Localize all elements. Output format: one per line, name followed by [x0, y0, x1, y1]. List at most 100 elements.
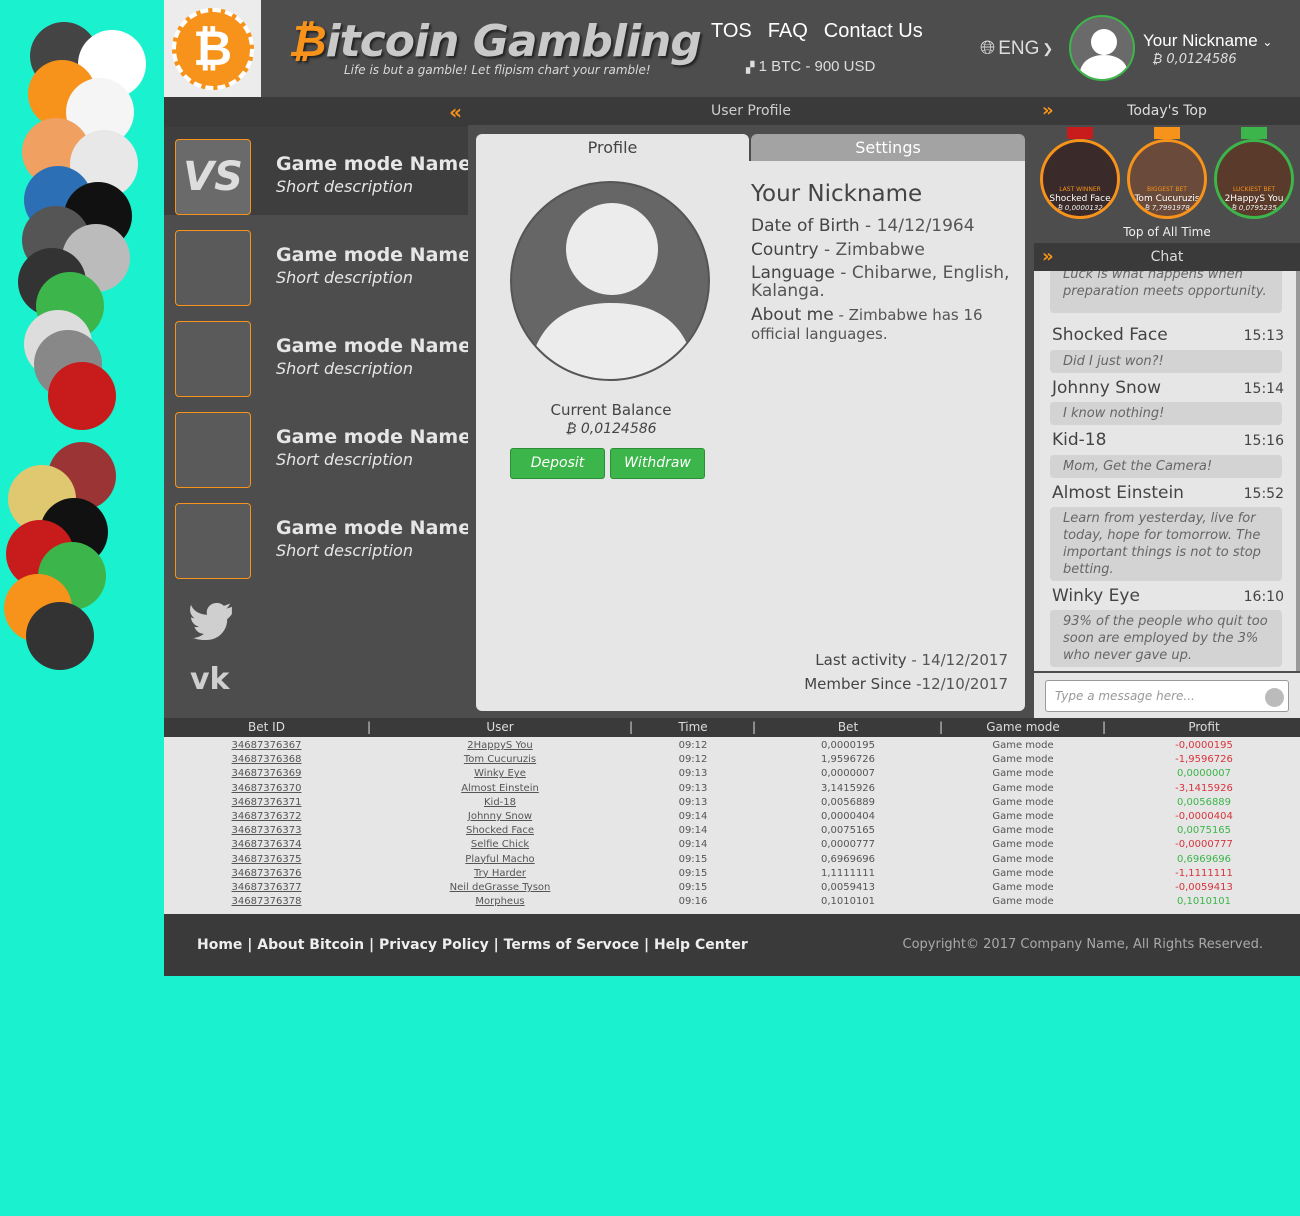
tab-profile[interactable]: Profile	[476, 134, 749, 162]
user-cell[interactable]: Neil deGrasse Tyson	[384, 882, 616, 893]
chat-title: Chat	[1150, 249, 1184, 265]
top-all-time-link[interactable]: Top of All Time	[1034, 225, 1300, 239]
chat-username[interactable]: Johnny Snow	[1052, 378, 1161, 398]
user-cell[interactable]: Try Harder	[384, 868, 616, 879]
nav-faq[interactable]: FAQ	[768, 20, 808, 43]
column-header[interactable]: Time	[634, 720, 752, 734]
user-cell[interactable]: Johnny Snow	[384, 811, 616, 822]
bet-id-cell[interactable]: 34687376369	[164, 768, 369, 779]
column-header[interactable]: User	[384, 720, 616, 734]
user-cell[interactable]: Morpheus	[384, 896, 616, 907]
game-mode-cell: Game mode	[992, 782, 1054, 794]
column-header[interactable]: Bet	[764, 720, 932, 734]
chat-username[interactable]: Winky Eye	[1052, 586, 1140, 606]
game-mode-item[interactable]: Game mode Name Short description	[164, 491, 471, 579]
chat-time: 16:10	[1243, 589, 1284, 605]
bet-id-cell[interactable]: 34687376374	[164, 839, 369, 850]
user-cell[interactable]: Playful Macho	[384, 854, 616, 865]
footer-link-about-bitcoin[interactable]: About Bitcoin	[257, 937, 364, 953]
page-title: User Profile	[468, 97, 1034, 125]
chat-message-input[interactable]: Type a message here...	[1045, 680, 1289, 712]
game-mode-cell: Game mode	[992, 796, 1054, 808]
withdraw-button[interactable]: Withdraw	[610, 448, 705, 479]
bet-badge-icon	[1154, 127, 1180, 139]
brand-symbol: ₿	[288, 16, 327, 67]
user-silhouette-icon	[528, 203, 696, 379]
user-menu[interactable]: Your Nickname ⌄	[1143, 31, 1272, 51]
bet-id-cell[interactable]: 34687376367	[164, 740, 369, 751]
vk-icon[interactable]: vk	[190, 662, 234, 701]
user-cell[interactable]: Almost Einstein	[384, 783, 616, 794]
footer-link-privacy-policy[interactable]: Privacy Policy	[379, 937, 489, 953]
bet-id-cell[interactable]: 34687376376	[164, 868, 369, 879]
column-header[interactable]: Game mode	[944, 720, 1102, 734]
column-header[interactable]: Bet ID	[164, 720, 369, 734]
bet-id-cell[interactable]: 34687376372	[164, 811, 369, 822]
member-since-value: -12/10/2017	[911, 675, 1008, 693]
expand-panel-icon[interactable]: »	[1042, 97, 1054, 125]
nav-tos[interactable]: TOS	[711, 20, 752, 43]
bet-id-cell[interactable]: 34687376370	[164, 783, 369, 794]
emoji-icon[interactable]	[1265, 688, 1284, 707]
user-cell[interactable]: Selfie Chick	[384, 839, 616, 850]
user-cell[interactable]: Kid-18	[384, 797, 616, 808]
game-mode-name: Game mode Name	[276, 426, 472, 448]
game-mode-thumbnail	[175, 321, 251, 397]
bet-id-cell[interactable]: 34687376368	[164, 754, 369, 765]
game-mode-cell: Game mode	[992, 740, 1054, 751]
column-header[interactable]: Profit	[1114, 720, 1294, 734]
nav-contact-us[interactable]: Contact Us	[824, 20, 923, 43]
winner-avatar[interactable]: 2HappyS You ₿ 0,0795235 LUCKIEST BET	[1214, 139, 1294, 219]
game-mode-item[interactable]: VS Game mode Name Short description	[164, 127, 471, 215]
chat-message: Did I just won?!	[1050, 350, 1282, 373]
user-cell[interactable]: Shocked Face	[384, 825, 616, 836]
bet-cell: 0,0000007	[820, 768, 876, 780]
winner-avatar[interactable]: Shocked Face ₿ 0,0000132 LAST WINNER	[1040, 139, 1120, 219]
chat-username[interactable]: Almost Einstein	[1052, 483, 1184, 503]
game-mode-item[interactable]: Game mode Name Short description	[164, 400, 472, 488]
user-cell[interactable]: 2HappyS You	[384, 740, 616, 751]
expand-chat-icon[interactable]: »	[1042, 243, 1054, 271]
deposit-button[interactable]: Deposit	[510, 448, 605, 479]
profit-cell: -0,0059413	[1175, 881, 1233, 893]
chat-message: Learn from yesterday, live for today, ho…	[1050, 507, 1282, 581]
twitter-icon[interactable]	[190, 602, 234, 641]
bet-id-cell[interactable]: 34687376373	[164, 825, 369, 836]
game-mode-item[interactable]: Game mode Name Short description	[164, 309, 471, 397]
bet-cell: 0,0056889	[820, 796, 876, 808]
winner-avatar[interactable]: Tom Cucuruzis ₿ 7,7991978 BIGGEST BET	[1127, 139, 1207, 219]
bet-id-cell[interactable]: 34687376371	[164, 797, 369, 808]
footer-link-home[interactable]: Home	[197, 937, 242, 953]
chat-scrollbar[interactable]	[1296, 271, 1300, 671]
avatar[interactable]	[1069, 15, 1135, 81]
bet-cell: 0,0000404	[820, 810, 876, 822]
logo[interactable]: ₿	[164, 0, 261, 97]
footer-link-help-center[interactable]: Help Center	[654, 937, 748, 953]
table-row: 34687376378 Morpheus 09:16 0,1010101 Game mo…	[164, 895, 1300, 909]
chat-time: 15:16	[1243, 433, 1284, 449]
chat-time: 15:14	[1243, 381, 1284, 397]
brand: ₿itcoin Gambling Life is but a gamble! L…	[288, 16, 702, 77]
bet-id-cell[interactable]: 34687376375	[164, 854, 369, 865]
tab-settings[interactable]: Settings	[751, 134, 1025, 162]
bet-id-cell[interactable]: 34687376377	[164, 882, 369, 893]
footer-link-terms[interactable]: Terms of Servoce	[504, 937, 640, 953]
chat-username[interactable]: Kid-18	[1052, 430, 1106, 450]
bet-cell: 0,1010101	[820, 896, 876, 908]
user-cell[interactable]: Tom Cucuruzis	[384, 754, 616, 765]
bet-cell: 0,0000777	[820, 839, 876, 851]
game-mode-description: Short description	[276, 541, 413, 560]
user-cell[interactable]: Winky Eye	[384, 768, 616, 779]
winner-amount: ₿ 0,0795235	[1231, 204, 1277, 212]
language-selector[interactable]: 🌐︎ ENG ❯	[980, 38, 1053, 60]
chat-message: 93% of the people who quit too soon are …	[1050, 610, 1282, 667]
bet-id-cell[interactable]: 34687376378	[164, 896, 369, 907]
game-mode-description: Short description	[276, 268, 413, 287]
chat-username[interactable]: Shocked Face	[1052, 325, 1168, 345]
game-mode-item[interactable]: Game mode Name Short description	[164, 218, 471, 306]
column-separator: |	[752, 720, 757, 734]
country: Country - Zimbabwe	[751, 240, 925, 260]
language-label: ENG	[998, 38, 1040, 59]
chat-messages: Luck is what happens when preparation me…	[1034, 271, 1300, 671]
collapse-sidebar-icon[interactable]: «	[449, 100, 462, 124]
